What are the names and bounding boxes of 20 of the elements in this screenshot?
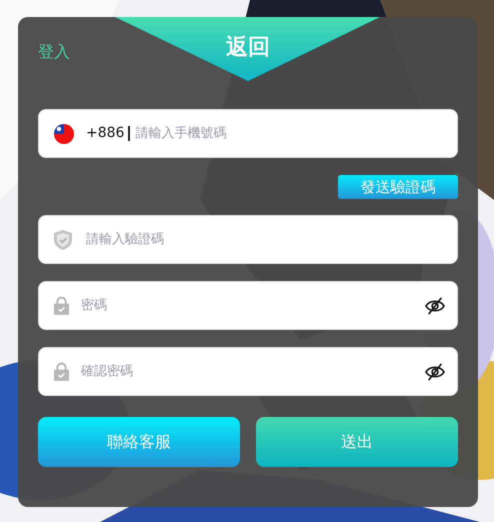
shield-icon: [54, 230, 72, 250]
send-code-button[interactable]: 發送驗證碼: [338, 175, 458, 199]
login-link[interactable]: 登入: [38, 42, 70, 63]
hidden-eye-icon[interactable]: [425, 362, 445, 380]
country-code: +886: [86, 126, 130, 141]
lock-icon: [54, 296, 69, 315]
phone-input[interactable]: 請輸入手機號碼: [135, 126, 445, 141]
code-field[interactable]: 請輸入驗證碼: [38, 215, 458, 264]
text-input[interactable]: 請輸入驗證碼: [86, 232, 445, 247]
lock-icon: [54, 362, 69, 381]
password-field[interactable]: 密碼: [38, 281, 458, 330]
submit-button[interactable]: 送出: [256, 417, 458, 467]
flag-icon: [54, 124, 74, 144]
support-button[interactable]: 聯絡客服: [38, 417, 240, 467]
text-input[interactable]: 確認密碼: [81, 364, 425, 379]
hidden-eye-icon[interactable]: [425, 296, 445, 314]
phone-field[interactable]: +886 請輸入手機號碼: [38, 109, 458, 158]
password-field[interactable]: 確認密碼: [38, 347, 458, 396]
page-title: 返回: [226, 34, 270, 62]
text-input[interactable]: 密碼: [81, 298, 425, 313]
